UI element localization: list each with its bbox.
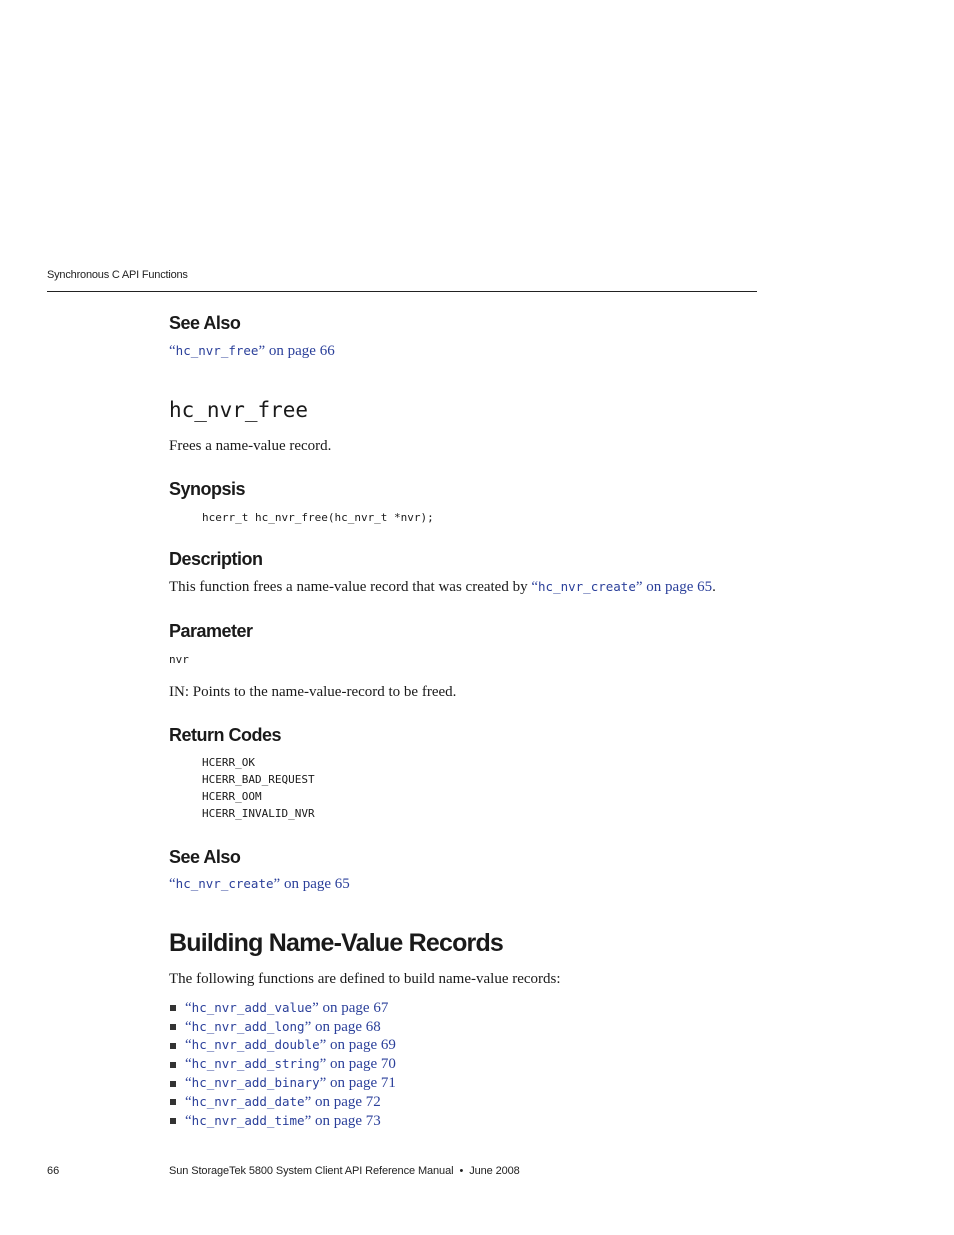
xref-page: on page 70 (326, 1056, 396, 1073)
xref-page: on page 73 (311, 1112, 381, 1129)
open-quote: “ (185, 1112, 192, 1129)
open-quote: “ (185, 999, 192, 1016)
xref-code: hc_nvr_create (175, 876, 274, 891)
xref-page: on page 67 (318, 999, 389, 1016)
bullet-icon (170, 1099, 176, 1106)
function-summary: Frees a name-value record. (169, 438, 332, 454)
see-also-heading-top: See Also (169, 313, 241, 333)
xref-page: on page 65 (280, 876, 350, 892)
xref-link[interactable]: “hc_nvr_add_value” on page 67 (185, 1000, 388, 1017)
open-quote: “ (169, 876, 176, 892)
xref-link[interactable]: “hc_nvr_add_time” on page 73 (185, 1113, 381, 1130)
list-item: “hc_nvr_add_time” on page 73 (169, 1112, 396, 1131)
function-title: hc_nvr_free (169, 398, 309, 422)
return-code: HCERR_OOM (202, 790, 262, 803)
bullet-icon (170, 1118, 176, 1125)
list-item: “hc_nvr_add_binary” on page 71 (169, 1074, 396, 1093)
see-also-top-xref: “hc_nvr_free” on page 66 (169, 343, 335, 360)
xref-link-hc-nvr-create[interactable]: “hc_nvr_create” on page 65 (169, 876, 350, 892)
xref-code: hc_nvr_free (175, 343, 259, 358)
xref-code: hc_nvr_add_value (191, 999, 313, 1015)
xref-link[interactable]: “hc_nvr_add_double” on page 69 (185, 1037, 396, 1054)
bullet-icon (170, 1042, 176, 1049)
bullet-icon (170, 1024, 176, 1031)
xref-link-hc-nvr-create[interactable]: “hc_nvr_create” on page 65 (531, 579, 712, 595)
xref-code: hc_nvr_add_time (191, 1112, 305, 1128)
bullet-icon (170, 1061, 176, 1068)
description-text-before: This function frees a name-value record … (169, 579, 532, 595)
page-number: 66 (47, 1165, 60, 1177)
xref-code: hc_nvr_add_long (191, 1018, 305, 1034)
publication-date: June 2008 (469, 1165, 520, 1177)
see-also-heading: See Also (169, 847, 241, 867)
open-quote: “ (185, 1018, 192, 1035)
header-rule (47, 291, 757, 292)
xref-code: hc_nvr_add_date (191, 1093, 305, 1109)
open-quote: “ (185, 1075, 192, 1092)
list-item: “hc_nvr_add_value” on page 67 (169, 999, 396, 1018)
footer-title: Sun StorageTek 5800 System Client API Re… (169, 1165, 520, 1177)
description-text: This function frees a name-value record … (169, 579, 716, 596)
list-item: “hc_nvr_add_long” on page 68 (169, 1018, 396, 1037)
manual-title: Sun StorageTek 5800 System Client API Re… (169, 1165, 454, 1177)
xref-page: on page 65 (642, 579, 713, 595)
bullet-separator-icon: • (459, 1165, 464, 1177)
close-quote: ” (635, 579, 643, 595)
xref-link[interactable]: “hc_nvr_add_long” on page 68 (185, 1019, 381, 1036)
xref-page: on page 69 (326, 1037, 396, 1054)
xref-page: on page 66 (265, 343, 335, 359)
parameter-description: IN: Points to the name-value-record to b… (169, 684, 457, 700)
bullet-icon (170, 1080, 176, 1087)
section-heading: Building Name-Value Records (169, 929, 504, 957)
open-quote: “ (185, 1093, 192, 1110)
xref-page: on page 71 (326, 1075, 396, 1092)
return-codes-heading: Return Codes (169, 725, 282, 745)
list-item: “hc_nvr_add_double” on page 69 (169, 1037, 396, 1056)
list-item: “hc_nvr_add_date” on page 72 (169, 1093, 396, 1112)
running-head: Synchronous C API Functions (47, 269, 188, 281)
see-also-xref: “hc_nvr_create” on page 65 (169, 876, 350, 893)
synopsis-code: hcerr_t hc_nvr_free(hc_nvr_t *nvr); (202, 511, 434, 524)
xref-page: on page 68 (311, 1018, 381, 1035)
xref-link-hc-nvr-free[interactable]: “hc_nvr_free” on page 66 (169, 343, 335, 359)
section-intro: The following functions are defined to b… (169, 971, 561, 987)
xref-code: hc_nvr_create (538, 579, 636, 594)
open-quote: “ (169, 343, 176, 359)
xref-page: on page 72 (311, 1093, 381, 1110)
open-quote: “ (185, 1056, 192, 1073)
xref-link[interactable]: “hc_nvr_add_date” on page 72 (185, 1094, 381, 1111)
list-item: “hc_nvr_add_string” on page 70 (169, 1055, 396, 1074)
description-text-after: . (712, 579, 716, 595)
return-code: HCERR_BAD_REQUEST (202, 773, 315, 786)
bullet-icon (170, 1005, 176, 1012)
open-quote: “ (185, 1037, 192, 1054)
xref-link[interactable]: “hc_nvr_add_string” on page 70 (185, 1056, 396, 1073)
parameter-name: nvr (169, 653, 189, 666)
xref-code: hc_nvr_add_string (191, 1056, 320, 1072)
xref-code: hc_nvr_add_double (191, 1037, 320, 1053)
parameter-heading: Parameter (169, 621, 253, 641)
close-quote: ” (312, 999, 319, 1016)
xref-code: hc_nvr_add_binary (191, 1075, 320, 1091)
function-link-list: “hc_nvr_add_value” on page 67 “hc_nvr_ad… (169, 999, 396, 1131)
synopsis-heading: Synopsis (169, 479, 246, 499)
xref-link[interactable]: “hc_nvr_add_binary” on page 71 (185, 1075, 396, 1092)
return-code: HCERR_OK (202, 756, 255, 769)
return-code: HCERR_INVALID_NVR (202, 807, 315, 820)
open-quote: “ (531, 579, 539, 595)
description-heading: Description (169, 549, 263, 569)
document-page: Synchronous C API Functions See Also “hc… (0, 0, 954, 1235)
